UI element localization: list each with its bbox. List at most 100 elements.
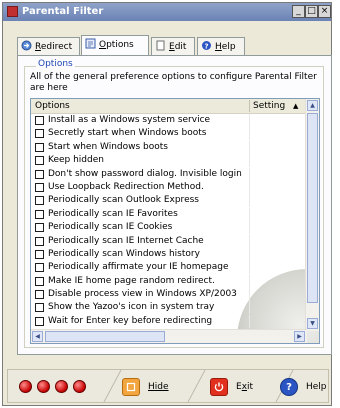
setting-cell — [249, 234, 250, 248]
setting-cell — [249, 167, 250, 181]
setting-cell — [249, 247, 250, 261]
option-checkbox[interactable] — [35, 303, 44, 313]
tab-redirect[interactable]: Redirect — [17, 37, 80, 55]
setting-cell — [249, 221, 250, 235]
option-checkbox[interactable] — [35, 316, 44, 326]
setting-cell — [249, 261, 250, 275]
option-label: Disable process view in Windows XP/2003 — [48, 289, 237, 300]
option-label: Keep hidden — [48, 155, 104, 166]
option-checkbox[interactable] — [35, 169, 44, 179]
status-light-icon — [73, 380, 86, 393]
option-checkbox[interactable] — [35, 236, 44, 246]
edit-icon — [156, 40, 165, 51]
hide-button[interactable]: Hide — [122, 376, 169, 398]
list-item[interactable]: Periodically affirmate your IE homepage — [31, 261, 307, 275]
help-label: Help — [306, 382, 327, 392]
options-icon — [85, 38, 96, 49]
setting-cell — [249, 140, 250, 154]
sort-arrow-icon: ▲ — [293, 102, 299, 110]
hide-label: ide — [154, 382, 169, 392]
option-label: Make IE home page random redirect. — [48, 275, 215, 286]
option-label: Periodically scan Outlook Express — [48, 195, 199, 206]
list-item[interactable]: Keep hidden — [31, 154, 307, 168]
setting-cell — [249, 288, 250, 302]
app-icon — [7, 6, 18, 17]
setting-cell — [249, 274, 250, 288]
options-panel: Options All of the general preference op… — [17, 55, 332, 355]
exit-label-rest: it — [247, 382, 254, 392]
option-checkbox[interactable] — [35, 263, 44, 273]
option-checkbox[interactable] — [35, 142, 44, 152]
vertical-scrollbar[interactable]: ▲ ▼ — [305, 99, 319, 331]
window-title: Parental Filter — [22, 6, 104, 17]
tab-help[interactable]: ? Help — [197, 37, 245, 55]
vertical-scroll-thumb[interactable] — [307, 113, 318, 303]
minimize-button[interactable]: _ — [292, 5, 305, 18]
option-checkbox[interactable] — [35, 290, 44, 300]
tab-options[interactable]: Options — [81, 35, 149, 56]
help-icon: ? — [280, 378, 298, 396]
list-item[interactable]: Show the Yazoo's icon in system tray — [31, 301, 307, 315]
horizontal-scrollbar[interactable]: ◀ ▶ — [31, 329, 307, 343]
option-checkbox[interactable] — [35, 209, 44, 219]
scroll-right-icon[interactable]: ▶ — [294, 331, 305, 342]
option-checkbox[interactable] — [35, 249, 44, 259]
list-item[interactable]: Wait for Enter key before redirecting — [31, 314, 307, 328]
exit-button[interactable]: Exit — [210, 376, 253, 398]
option-label: Start when Windows boots — [48, 141, 168, 152]
title-bar[interactable]: Parental Filter _ □ × — [3, 3, 331, 21]
list-item[interactable]: Periodically scan IE Cookies — [31, 221, 307, 235]
options-list[interactable]: Options Setting ▲ Install as a Windows s… — [30, 98, 320, 344]
column-divider[interactable] — [249, 100, 250, 112]
list-item[interactable]: Start when Windows boots — [31, 140, 307, 154]
status-light-icon — [37, 380, 50, 393]
main-window: Parental Filter _ □ × Redirect Options E… — [2, 2, 332, 406]
column-header-setting[interactable]: Setting — [253, 101, 285, 111]
divider — [169, 370, 206, 402]
option-checkbox[interactable] — [35, 196, 44, 206]
option-label: Use Loopback Redirection Method. — [48, 181, 204, 192]
list-item[interactable]: Use Loopback Redirection Method. — [31, 180, 307, 194]
setting-cell — [249, 314, 250, 328]
divider — [85, 370, 122, 402]
hide-icon — [122, 378, 140, 396]
setting-cell — [249, 180, 250, 194]
status-light-icon — [55, 380, 68, 393]
option-checkbox[interactable] — [35, 223, 44, 233]
list-item[interactable]: Don't show password dialog. Invisible lo… — [31, 167, 307, 181]
setting-cell — [249, 114, 250, 127]
option-checkbox[interactable] — [35, 276, 44, 286]
list-item[interactable]: Periodically scan IE Favorites — [31, 207, 307, 221]
option-label: Install as a Windows system service — [48, 115, 211, 125]
option-checkbox[interactable] — [35, 116, 44, 125]
horizontal-scroll-thumb[interactable] — [45, 331, 165, 342]
option-label: Periodically scan IE Cookies — [48, 222, 173, 233]
scroll-down-icon[interactable]: ▼ — [307, 318, 318, 329]
list-item[interactable]: Install as a Windows system service — [31, 114, 307, 127]
option-checkbox[interactable] — [35, 182, 44, 192]
svg-text:?: ? — [204, 42, 208, 50]
list-item[interactable]: Make IE home page random redirect. — [31, 274, 307, 288]
tab-edit[interactable]: Edit — [151, 37, 195, 55]
option-checkbox[interactable] — [35, 129, 44, 139]
scroll-up-icon[interactable]: ▲ — [307, 100, 318, 111]
help-button[interactable]: ? Help — [280, 376, 327, 398]
list-item[interactable]: Secretly start when Windows boots — [31, 127, 307, 141]
option-label: Secretly start when Windows boots — [48, 128, 207, 139]
scroll-left-icon[interactable]: ◀ — [32, 331, 43, 342]
setting-cell — [249, 194, 250, 208]
list-item[interactable]: Disable process view in Windows XP/2003 — [31, 288, 307, 302]
list-item[interactable]: Periodically scan Outlook Express — [31, 194, 307, 208]
status-light-icon — [19, 380, 32, 393]
option-label: Periodically scan Windows history — [48, 248, 200, 259]
maximize-button[interactable]: □ — [305, 5, 318, 18]
options-group-label: Options — [36, 59, 75, 69]
help-icon: ? — [202, 41, 211, 50]
option-checkbox[interactable] — [35, 156, 44, 166]
close-button[interactable]: × — [318, 5, 331, 18]
list-header: Options Setting ▲ — [31, 99, 307, 114]
column-header-options[interactable]: Options — [35, 101, 70, 111]
setting-cell — [249, 154, 250, 168]
list-item[interactable]: Periodically scan IE Internet Cache — [31, 234, 307, 248]
list-item[interactable]: Periodically scan Windows history — [31, 247, 307, 261]
